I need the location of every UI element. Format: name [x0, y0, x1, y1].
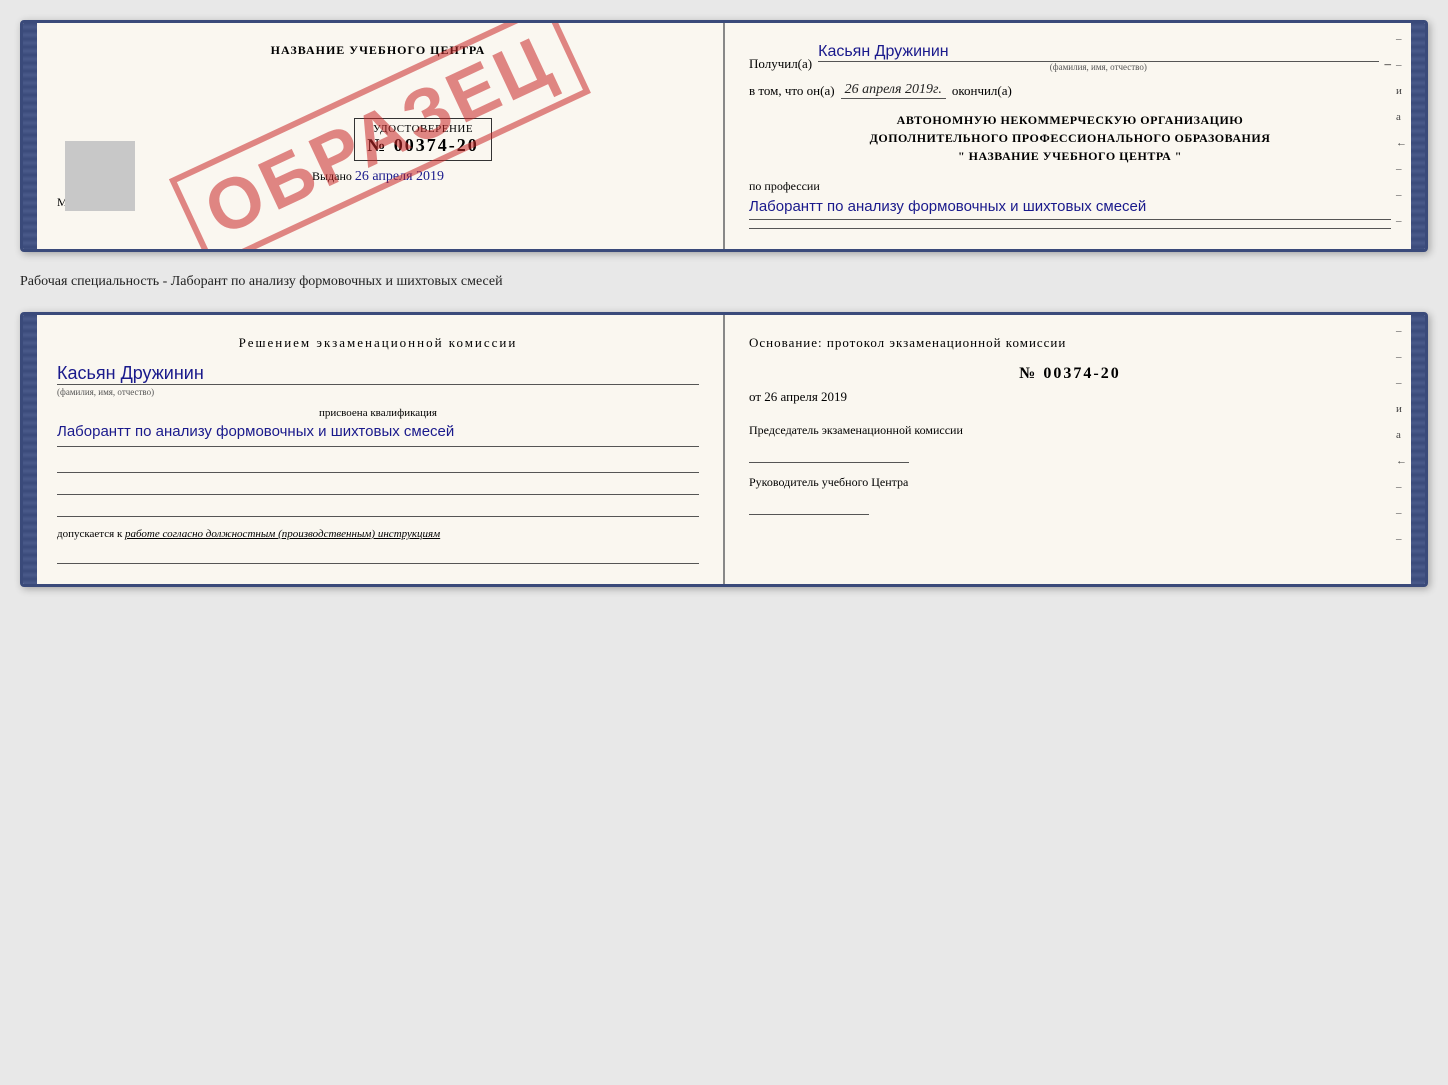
specialty-text: Рабочая специальность - Лаборант по анал… — [20, 270, 1428, 294]
decision-person-sublabel: (фамилия, имя, отчество) — [57, 387, 699, 397]
profession-underline — [749, 219, 1391, 220]
head-block: Руководитель учебного Центра — [749, 473, 1391, 515]
issued-label: Выдано — [312, 169, 352, 183]
qual-underline — [57, 446, 699, 447]
in-that-label: в том, что он(а) — [749, 83, 835, 99]
sig-line2 — [57, 477, 699, 495]
side-dashes-right1: – – и а ← – – – — [1396, 33, 1407, 227]
qualification-value: Лаборантт по анализу формовочных и шихто… — [57, 421, 699, 442]
head-label: Руководитель учебного Центра — [749, 473, 1391, 491]
admits-block: допускается к работе согласно должностны… — [57, 527, 699, 542]
chairman-block: Председатель экзаменационной комиссии — [749, 421, 1391, 463]
received-line: Получил(а) Касьян Дружинин (фамилия, имя… — [749, 43, 1391, 72]
received-name: Касьян Дружинин — [818, 43, 1378, 62]
received-label: Получил(а) — [749, 56, 812, 72]
admits-value: работе согласно должностным (производств… — [125, 528, 440, 540]
org-block: АВТОНОМНУЮ НЕКОММЕРЧЕСКУЮ ОРГАНИЗАЦИЮ ДО… — [749, 111, 1391, 165]
book-spine-left — [23, 23, 37, 249]
org-line2: ДОПОЛНИТЕЛЬНОГО ПРОФЕССИОНАЛЬНОГО ОБРАЗО… — [749, 129, 1391, 147]
in-that-date: 26 апреля 2019г. — [841, 82, 946, 99]
basis-date-line: от 26 апреля 2019 — [749, 389, 1391, 405]
book-spine-right — [1411, 23, 1425, 249]
decision-person-name: Касьян Дружинин — [57, 363, 699, 385]
left-page-cert: НАЗВАНИЕ УЧЕБНОГО ЦЕНТРА УДОСТОВЕРЕНИЕ №… — [37, 23, 725, 249]
mp-label: М.П. — [57, 195, 699, 210]
right-page-cert: Получил(а) Касьян Дружинин (фамилия, имя… — [725, 23, 1411, 249]
profession-underline2 — [749, 228, 1391, 229]
sig-line3 — [57, 499, 699, 517]
side-dashes-right2: – – – и а ← – – – — [1396, 325, 1407, 545]
profession-label: по профессии — [749, 179, 1391, 194]
basis-number: № 00374-20 — [749, 365, 1391, 383]
cert-number: № 00374-20 — [367, 135, 479, 156]
book-content-second: Решением экзаменационной комиссии Касьян… — [37, 315, 1411, 584]
sig-line1 — [57, 455, 699, 473]
second-document: Решением экзаменационной комиссии Касьян… — [20, 312, 1428, 587]
in-that-line: в том, что он(а) 26 апреля 2019г. окончи… — [749, 82, 1391, 99]
left-page-decision: Решением экзаменационной комиссии Касьян… — [37, 315, 725, 584]
basis-date: 26 апреля 2019 — [764, 389, 847, 404]
page-container: НАЗВАНИЕ УЧЕБНОГО ЦЕНТРА УДОСТОВЕРЕНИЕ №… — [20, 20, 1428, 587]
issued-date: 26 апреля 2019 — [355, 169, 444, 184]
dash1: – — [1385, 56, 1392, 72]
cert-school-title: НАЗВАНИЕ УЧЕБНОГО ЦЕНТРА — [57, 43, 699, 58]
admits-label: допускается к — [57, 528, 122, 540]
cert-number-box: УДОСТОВЕРЕНИЕ № 00374-20 — [354, 118, 492, 161]
right-page-basis: Основание: протокол экзаменационной коми… — [725, 315, 1411, 584]
first-document: НАЗВАНИЕ УЧЕБНОГО ЦЕНТРА УДОСТОВЕРЕНИЕ №… — [20, 20, 1428, 252]
book-spine-left2 — [23, 315, 37, 584]
profession-value: Лаборантт по анализу формовочных и шихто… — [749, 196, 1391, 217]
signature-lines — [57, 455, 699, 517]
basis-date-prefix: от — [749, 389, 761, 404]
org-line3: " НАЗВАНИЕ УЧЕБНОГО ЦЕНТРА " — [749, 147, 1391, 165]
chairman-label: Председатель экзаменационной комиссии — [749, 421, 1391, 439]
cert-issued: Выдано 26 апреля 2019 — [57, 169, 699, 185]
basis-title: Основание: протокол экзаменационной коми… — [749, 335, 1391, 351]
book-content-first: НАЗВАНИЕ УЧЕБНОГО ЦЕНТРА УДОСТОВЕРЕНИЕ №… — [37, 23, 1411, 249]
chairman-sig-line — [749, 443, 909, 463]
finished-label: окончил(а) — [952, 83, 1012, 99]
admits-line — [57, 546, 699, 564]
received-sublabel: (фамилия, имя, отчество) — [818, 62, 1378, 72]
qualification-label: присвоена квалификация — [57, 407, 699, 419]
cert-label: УДОСТОВЕРЕНИЕ — [373, 123, 473, 135]
org-line1: АВТОНОМНУЮ НЕКОММЕРЧЕСКУЮ ОРГАНИЗАЦИЮ — [749, 111, 1391, 129]
photo-placeholder — [65, 141, 135, 211]
head-sig-line — [749, 495, 869, 515]
decision-title: Решением экзаменационной комиссии — [57, 335, 699, 351]
book-spine-right2 — [1411, 315, 1425, 584]
